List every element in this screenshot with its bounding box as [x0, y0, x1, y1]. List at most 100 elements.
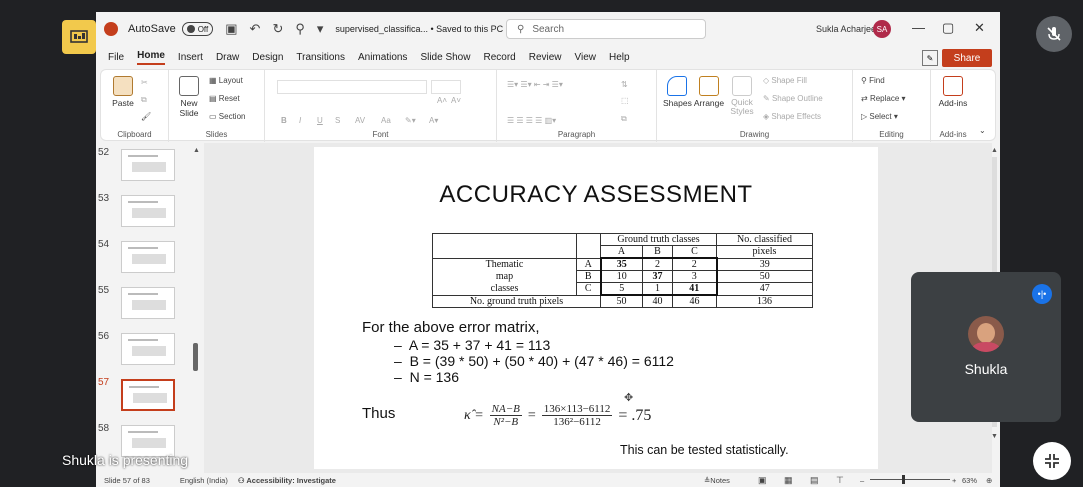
underline-button[interactable]: U: [317, 116, 323, 125]
thumbnail-56[interactable]: 56: [96, 331, 200, 371]
slideshow-icon[interactable]: ⊤: [836, 475, 844, 486]
arrange-button[interactable]: Arrange: [693, 76, 725, 108]
reset-button[interactable]: ▤ Reset: [209, 94, 240, 103]
save-icon[interactable]: ▣: [225, 21, 237, 37]
reading-view-icon[interactable]: ▤: [810, 475, 819, 486]
find-button[interactable]: ⚲ Find: [861, 76, 885, 85]
share-button[interactable]: Share: [942, 49, 992, 67]
menu-transitions[interactable]: Transitions: [296, 52, 345, 63]
minimize-icon[interactable]: —: [912, 20, 925, 35]
zoom-level[interactable]: 63%: [962, 476, 977, 485]
menu-file[interactable]: File: [108, 52, 124, 63]
slide-sorter-icon[interactable]: ▦: [784, 475, 793, 486]
cut-icon[interactable]: ✂: [141, 78, 148, 87]
redo-icon[interactable]: ↻: [272, 21, 283, 37]
align-icon[interactable]: ☰ ☰ ☰ ☰ ▥▾: [507, 116, 556, 125]
table-row: Thematic A 35 2 2 39: [432, 257, 813, 271]
select-button[interactable]: ▷ Select ▾: [861, 112, 898, 121]
fit-slide-icon[interactable]: ⊕: [986, 476, 992, 485]
font-name-dropdown[interactable]: [277, 80, 427, 94]
customize-qat-icon[interactable]: ⚲: [295, 21, 305, 37]
slides-label: Slides: [205, 130, 228, 139]
undo-icon[interactable]: ↶: [250, 21, 261, 37]
shape-outline-button[interactable]: ✎ Shape Outline: [763, 94, 823, 103]
thumbnail-53[interactable]: 53: [96, 193, 200, 233]
autosave-toggle[interactable]: Off: [181, 22, 214, 36]
participant-tile[interactable]: •|• Shukla: [911, 272, 1061, 422]
avatar[interactable]: SA: [873, 20, 891, 38]
col-header-b: B: [642, 245, 673, 259]
change-case-button[interactable]: Aa: [381, 116, 391, 125]
thumbnail-54[interactable]: 54: [96, 239, 200, 279]
notes-button[interactable]: ≜Notes: [704, 476, 730, 485]
thumbnail-52[interactable]: 52: [96, 147, 200, 187]
format-painter-icon[interactable]: 🖌: [141, 112, 151, 121]
cell: 1: [642, 282, 673, 296]
shapes-button[interactable]: Shapes: [663, 76, 692, 108]
character-spacing-button[interactable]: AV: [355, 116, 365, 125]
strikethrough-button[interactable]: S: [335, 116, 340, 125]
section-button[interactable]: ▭ Section: [209, 112, 245, 121]
menu-review[interactable]: Review: [529, 52, 562, 63]
new-slide-icon: [179, 76, 199, 96]
collapse-ribbon-icon[interactable]: ⌄: [979, 126, 986, 135]
paste-button[interactable]: Paste: [109, 76, 137, 108]
search-icon: ⚲: [517, 23, 525, 35]
normal-view-icon[interactable]: ▣: [758, 475, 767, 486]
new-slide-button[interactable]: New Slide: [175, 76, 203, 118]
cell: 50: [600, 294, 643, 308]
slide[interactable]: ACCURACY ASSESSMENT Ground truth classes…: [314, 147, 878, 469]
user-name: Sukla Acharjee: [816, 24, 877, 34]
decrease-font-size-button[interactable]: A˅: [451, 96, 461, 105]
bullet-b: – B = (39 * 50) + (50 * 40) + (47 * 46) …: [394, 353, 674, 369]
comments-icon[interactable]: ✎: [922, 50, 938, 66]
menu-slide-show[interactable]: Slide Show: [420, 52, 470, 63]
qat-dropdown-icon[interactable]: ▾: [317, 21, 324, 37]
highlight-icon[interactable]: ✎▾: [405, 116, 416, 125]
addins-button[interactable]: Add-ins: [933, 76, 973, 108]
shape-fill-button[interactable]: ◇ Shape Fill: [763, 76, 807, 85]
font-size-dropdown[interactable]: [431, 80, 461, 94]
language[interactable]: English (India): [180, 476, 228, 485]
menu-home[interactable]: Home: [137, 50, 165, 65]
layout-button[interactable]: ▦ Layout: [209, 76, 243, 85]
zoom-slider[interactable]: [870, 479, 950, 480]
copy-icon[interactable]: ⧉: [141, 95, 147, 105]
smartart-icon[interactable]: ⧉: [621, 114, 627, 124]
italic-button[interactable]: I: [299, 116, 301, 125]
menu-bar: File Home Insert Draw Design Transitions…: [96, 46, 1000, 68]
thumbnail-scrollbar[interactable]: ▲: [192, 147, 200, 467]
menu-help[interactable]: Help: [609, 52, 630, 63]
bullets-icon[interactable]: ☰▾ ☰▾ ⇤ ⇥ ☰▾: [507, 80, 563, 89]
accessibility-status[interactable]: ⚇ Accessibility: Investigate: [238, 476, 336, 485]
menu-animations[interactable]: Animations: [358, 52, 407, 63]
error-matrix-caption: For the above error matrix,: [362, 319, 540, 336]
font-color-icon[interactable]: A▾: [429, 116, 438, 125]
menu-insert[interactable]: Insert: [178, 52, 203, 63]
thumbnail-57[interactable]: 57: [96, 377, 200, 417]
restore-icon[interactable]: ▢: [942, 20, 954, 36]
menu-view[interactable]: View: [575, 52, 597, 63]
row-class: C: [576, 282, 601, 296]
text-direction-icon[interactable]: ⇅: [621, 80, 628, 89]
replace-button[interactable]: ⇄ Replace ▾: [861, 94, 906, 103]
increase-font-size-button[interactable]: A˄: [437, 96, 447, 105]
shape-effects-button[interactable]: ◈ Shape Effects: [763, 112, 821, 121]
mic-muted-icon[interactable]: [1036, 16, 1072, 52]
document-title[interactable]: supervised_classifica... • Saved to this…: [335, 24, 503, 34]
menu-draw[interactable]: Draw: [216, 52, 239, 63]
search-input[interactable]: ⚲ Search: [506, 19, 706, 39]
quick-styles-button[interactable]: Quick Styles: [729, 76, 755, 116]
bold-button[interactable]: B: [281, 116, 287, 125]
exit-fullscreen-icon[interactable]: [1033, 442, 1071, 480]
paragraph-label: Paragraph: [557, 130, 596, 139]
zoom-slider-thumb[interactable]: [902, 475, 905, 484]
drawing-group: Shapes Arrange Quick Styles ◇ Shape Fill…: [657, 70, 853, 142]
align-text-icon[interactable]: ⬚: [621, 96, 629, 105]
zoom-out-icon[interactable]: –: [860, 476, 864, 485]
menu-design[interactable]: Design: [252, 52, 283, 63]
menu-record[interactable]: Record: [483, 52, 515, 63]
close-icon[interactable]: ✕: [974, 20, 985, 36]
zoom-in-icon[interactable]: +: [952, 476, 956, 485]
thumbnail-55[interactable]: 55: [96, 285, 200, 325]
